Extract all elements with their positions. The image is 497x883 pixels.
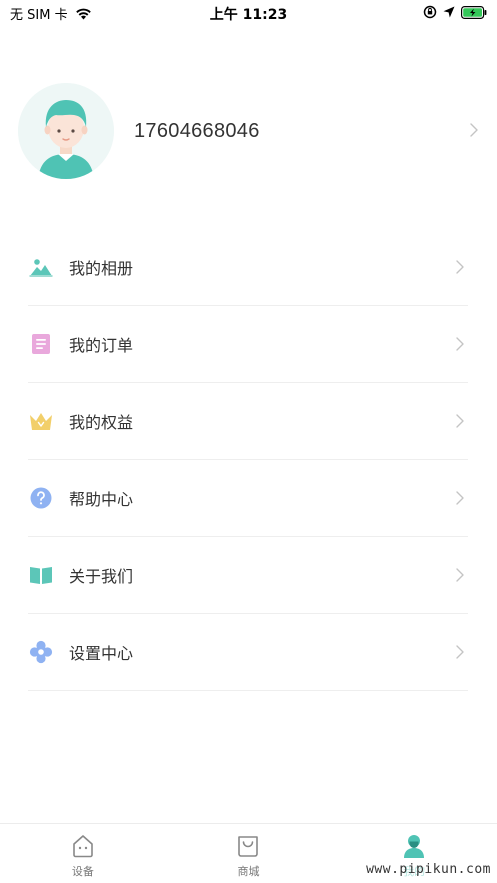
tab-mall[interactable]: 商城	[166, 824, 332, 883]
menu-item-label: 帮助中心	[69, 490, 134, 509]
status-bar: 无 SIM 卡 上午 11:23	[0, 0, 497, 26]
chevron-right-icon	[470, 123, 478, 137]
shopping-bag-icon	[238, 836, 259, 857]
device-home-icon	[73, 835, 93, 858]
menu-item-about[interactable]: 关于我们	[28, 537, 468, 614]
menu-item-label: 关于我们	[69, 567, 134, 586]
chevron-right-icon	[456, 414, 464, 428]
status-right	[423, 5, 487, 19]
help-question-icon	[28, 485, 54, 511]
chevron-right-icon	[456, 260, 464, 274]
profile-person-icon	[404, 835, 425, 858]
chevron-right-icon	[456, 645, 464, 659]
tab-label: 设备	[71, 865, 94, 878]
tab-device[interactable]: 设备	[0, 824, 166, 883]
avatar[interactable]	[18, 83, 114, 179]
order-list-icon	[28, 331, 54, 357]
battery-charging-icon	[461, 5, 487, 19]
menu-item-album[interactable]: 我的相册	[28, 229, 468, 306]
rotation-lock-icon	[423, 5, 437, 19]
menu-list: 我的相册 我的订单 我的权益 帮助中心 关于我们 设置中心	[28, 229, 468, 691]
watermark-text: www.pipikun.com	[366, 862, 491, 877]
chevron-right-icon	[456, 491, 464, 505]
photo-album-icon	[28, 254, 54, 280]
menu-item-help[interactable]: 帮助中心	[28, 460, 468, 537]
tab-label: 商城	[237, 865, 260, 878]
menu-item-settings[interactable]: 设置中心	[28, 614, 468, 691]
crown-icon	[28, 408, 54, 434]
profile-screen: 无 SIM 卡 上午 11:23 17604668046 我的相册 我的订单 我…	[0, 0, 497, 883]
menu-item-benefits[interactable]: 我的权益	[28, 383, 468, 460]
profile-header[interactable]: 17604668046	[18, 83, 478, 179]
menu-item-label: 我的相册	[69, 259, 134, 278]
menu-item-label: 设置中心	[69, 644, 134, 663]
menu-item-orders[interactable]: 我的订单	[28, 306, 468, 383]
chevron-right-icon	[456, 337, 464, 351]
user-phone-number: 17604668046	[134, 119, 260, 142]
location-arrow-icon	[443, 6, 455, 18]
default-avatar-icon	[18, 83, 114, 179]
chevron-right-icon	[456, 568, 464, 582]
menu-item-label: 我的权益	[69, 413, 134, 432]
menu-item-label: 我的订单	[69, 336, 134, 355]
book-icon	[28, 562, 54, 588]
settings-flower-icon	[28, 639, 54, 665]
